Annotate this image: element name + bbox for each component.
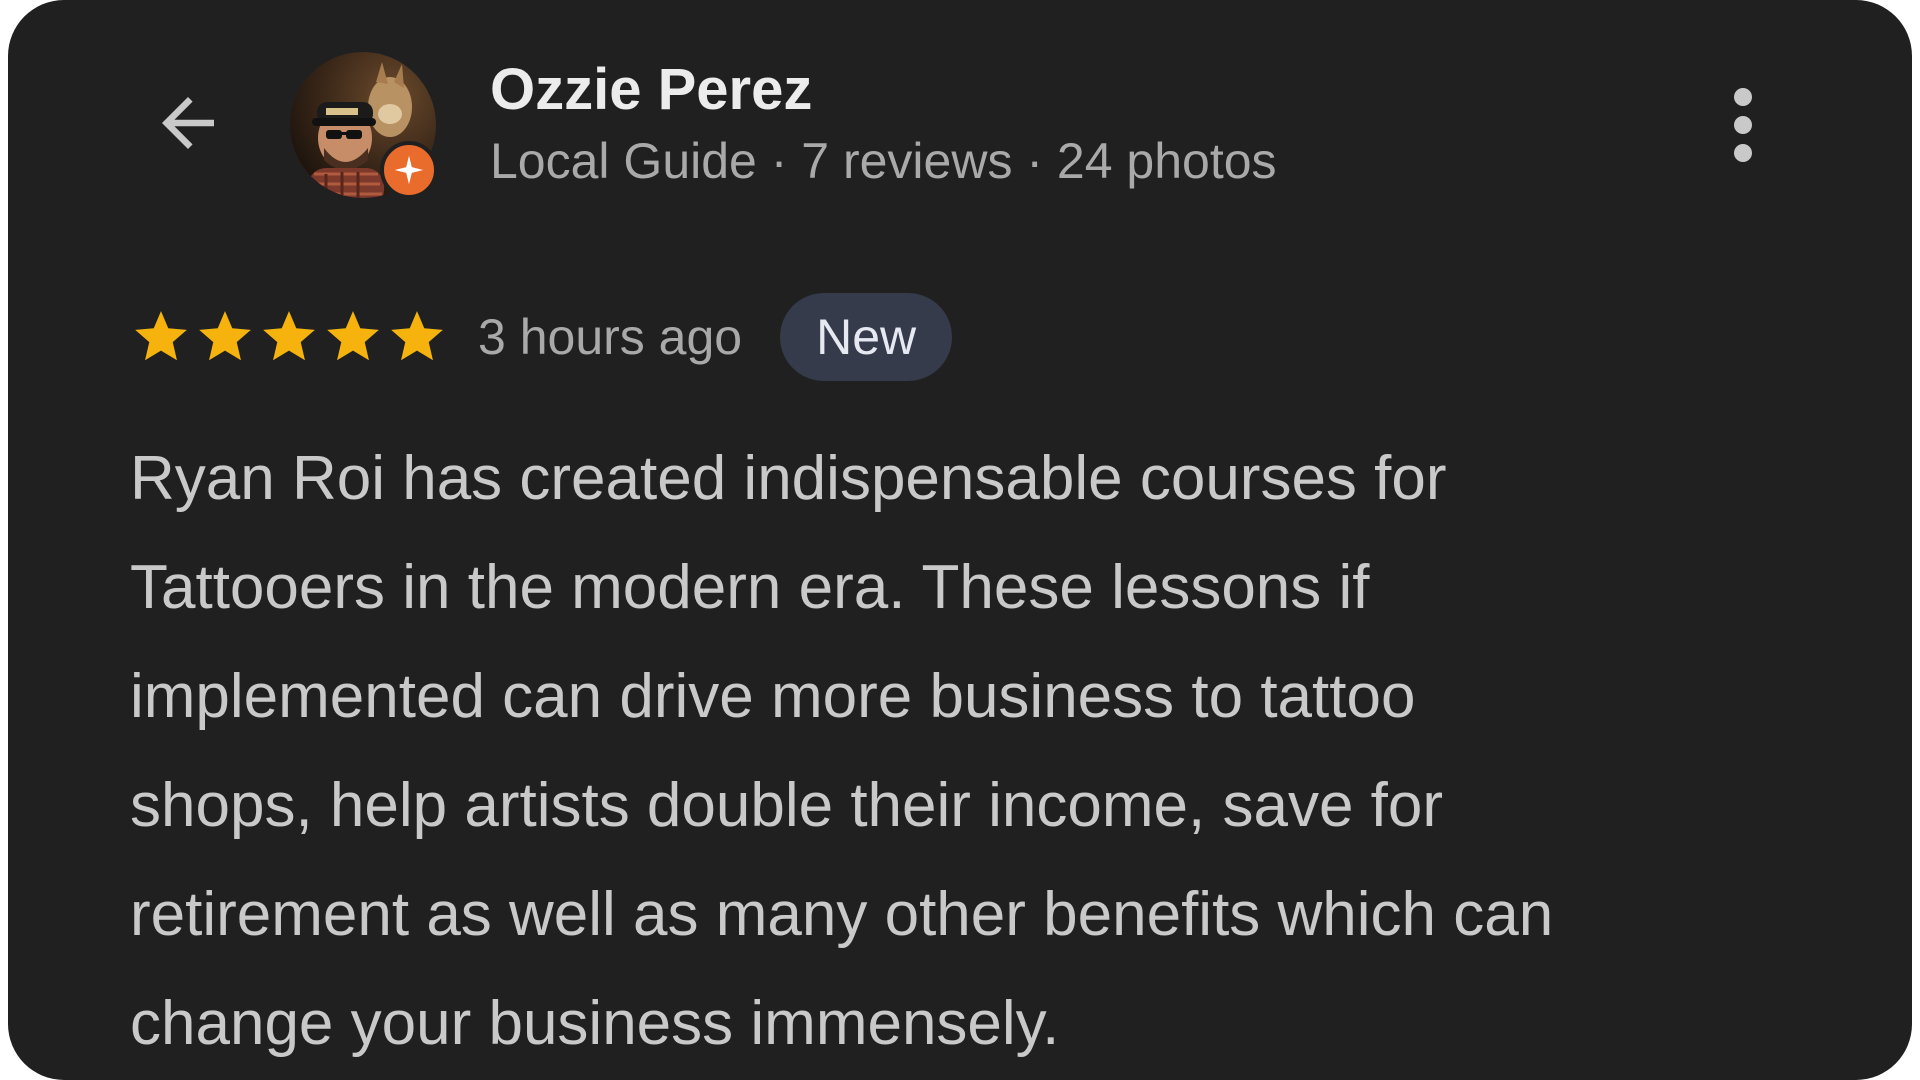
star-icon xyxy=(199,311,251,361)
local-guide-badge-icon xyxy=(380,141,438,199)
arrow-left-icon xyxy=(149,84,227,167)
more-options-button[interactable] xyxy=(1708,82,1778,172)
back-button[interactable] xyxy=(138,80,238,170)
review-time: 3 hours ago xyxy=(478,309,743,365)
star-icon xyxy=(135,311,187,361)
reviewer-meta: Local Guide · 7 reviews · 24 photos xyxy=(490,133,1277,189)
new-badge: New xyxy=(780,293,953,381)
rating-row: 3 hours ago New xyxy=(130,292,953,382)
reviewer-name[interactable]: Ozzie Perez xyxy=(490,56,812,123)
star-icon xyxy=(263,311,315,361)
review-text: Ryan Roi has created indispensable cours… xyxy=(130,444,1554,1058)
star-rating xyxy=(130,306,448,368)
review-card: Ozzie Perez Local Guide · 7 reviews · 24… xyxy=(8,0,1912,1080)
star-icon xyxy=(391,311,443,361)
more-vert-icon xyxy=(1728,85,1758,170)
star-icon xyxy=(327,311,379,361)
reviewer-avatar[interactable] xyxy=(290,52,438,199)
